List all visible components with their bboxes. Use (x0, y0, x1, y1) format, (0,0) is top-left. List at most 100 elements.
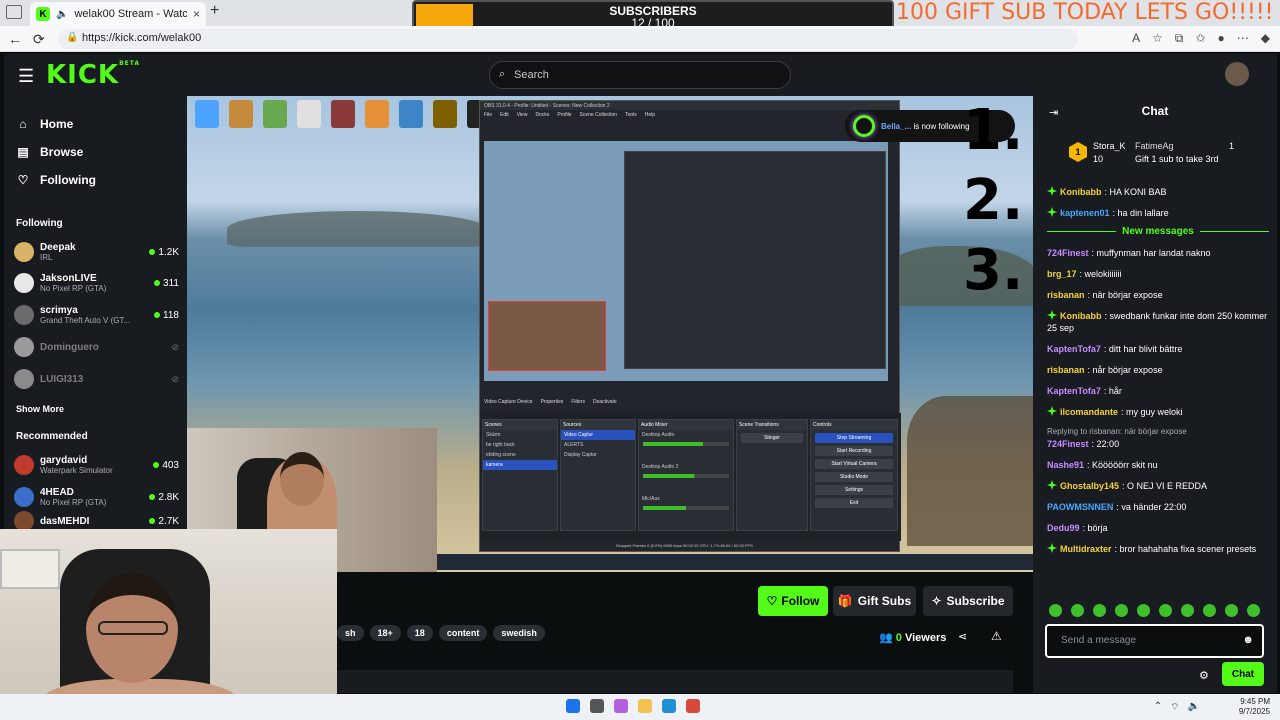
url-field[interactable]: 🔒 https://kick.com/welak00 (58, 29, 1078, 49)
chat-username[interactable]: PAOWMSNNEN (1047, 502, 1113, 512)
chat-username[interactable]: Dedu99 (1047, 523, 1080, 533)
speaker-icon[interactable]: 🔈 (56, 9, 68, 20)
emote-icon[interactable] (1115, 604, 1128, 617)
read-aloud-icon[interactable]: A (1132, 31, 1140, 46)
viewers-icon: 👥 (879, 632, 893, 644)
sidebar-channel[interactable]: garydavid Waterpark Simulator 403 (14, 449, 179, 481)
chat-username[interactable]: KaptenTofa7 (1047, 344, 1101, 354)
viewer-count-value: 118 (163, 309, 179, 321)
subscribe-button[interactable]: ✧ Subscribe (923, 586, 1013, 616)
chat-username[interactable]: Nashe91 (1047, 460, 1084, 470)
chat-username[interactable]: Ghostalby145 (1060, 481, 1119, 491)
profile-icon[interactable]: ● (1218, 31, 1225, 46)
emoji-icon[interactable]: ☻ (1242, 634, 1254, 646)
sidebar-channel[interactable]: Dominguero ⊘ (14, 331, 179, 363)
chat-message-input[interactable]: Send a message ☻ (1045, 624, 1264, 658)
obs-scene-item: kamera (483, 460, 557, 470)
kick-logo[interactable]: KICKBETA (46, 60, 140, 90)
channel-name: Deepak (40, 242, 76, 253)
stream-tag[interactable]: 18 (406, 625, 433, 641)
obs-transitions-dock: Scene Transitions Stinger (736, 419, 808, 531)
sidebar-item-home[interactable]: ⌂ Home (16, 110, 96, 138)
extensions-icon[interactable]: ⧉ (1175, 31, 1184, 46)
stream-tag[interactable]: swedish (493, 625, 545, 641)
emote-icon[interactable] (1225, 604, 1238, 617)
chat-username[interactable]: Multidraxter (1060, 544, 1112, 554)
emote-icon[interactable] (1203, 604, 1216, 617)
menu-icon[interactable]: ☰ (18, 66, 34, 87)
sub-badge-icon (1047, 406, 1057, 416)
emote-icon[interactable] (1093, 604, 1106, 617)
chat-username[interactable]: risbanan (1047, 290, 1085, 300)
chevron-up-icon[interactable]: ⌃ (1154, 701, 1162, 714)
emote-icon[interactable] (1181, 604, 1194, 617)
reload-icon[interactable]: ⟳ (33, 31, 45, 48)
obs-menubar: File Edit View Docks Profile Scene Colle… (480, 110, 899, 121)
sidebar-item-browse[interactable]: ▤ Browse (16, 138, 96, 166)
chat-send-button[interactable]: Chat (1222, 662, 1264, 686)
file-explorer-icon[interactable] (638, 699, 652, 713)
browser-tab[interactable]: K 🔈 welak00 Stream - Watch Live × (30, 2, 206, 26)
copilot-icon[interactable]: ◆ (1261, 31, 1270, 46)
chat-username[interactable]: Konibabb (1060, 187, 1102, 197)
divider-line (1047, 231, 1117, 232)
edge-icon[interactable] (662, 699, 676, 713)
viewer-count: 118 (154, 310, 179, 321)
chat-username[interactable]: ilcomandante (1060, 407, 1118, 417)
stream-tag[interactable]: 18+ (369, 625, 401, 641)
avatar[interactable] (1225, 62, 1249, 86)
obs-start-recording-button: Start Recording (815, 446, 893, 456)
sidebar-channel[interactable]: JaksonLIVE No Pixel RP (GTA) 311 (14, 267, 179, 299)
leader-gift-prompt: Gift 1 sub to take 3rd (1135, 154, 1219, 164)
emote-icon[interactable] (1159, 604, 1172, 617)
stream-tag[interactable]: sh (337, 625, 364, 641)
chat-text: börja (1087, 523, 1108, 533)
emote-icon[interactable] (1049, 604, 1062, 617)
chat-username[interactable]: Konibabb (1060, 311, 1102, 321)
emote-icon[interactable] (1071, 604, 1084, 617)
taskbar-clock[interactable]: 9:45 PM 9/7/2025 (1239, 697, 1270, 717)
chat-username[interactable]: kaptenen01 (1060, 208, 1110, 218)
back-icon[interactable]: ← (8, 31, 22, 47)
obs-source-item: Video Captur (561, 430, 635, 440)
stream-tag[interactable]: content (438, 625, 488, 641)
chat-username[interactable]: risbanan (1047, 365, 1085, 375)
chat-username[interactable]: 724Finest (1047, 439, 1089, 449)
tab-actions-icon[interactable] (6, 5, 22, 19)
obs-menu-item: View (516, 112, 528, 118)
emote-icon[interactable] (1137, 604, 1150, 617)
chat-username[interactable]: 724Finest (1047, 248, 1089, 258)
chat-username[interactable]: brg_17 (1047, 269, 1077, 279)
volume-icon[interactable]: 🔈 (1188, 701, 1200, 714)
chat-message: risbanan: när börjar expose (1047, 289, 1269, 301)
network-icon[interactable]: ⌔ (1170, 701, 1179, 714)
sidebar-channel[interactable]: LUIGI313 ⊘ (14, 363, 179, 395)
gear-icon[interactable]: ⚙ (1199, 669, 1209, 682)
favorite-icon[interactable]: ☆ (1152, 31, 1163, 46)
sidebar-item-following[interactable]: ♡ Following (16, 166, 96, 194)
share-icon[interactable]: ⋖ (958, 630, 967, 643)
search-input[interactable]: ⌕ Search (489, 61, 791, 89)
obs-icon[interactable] (686, 699, 700, 713)
viewer-count-value: 1.2K (158, 246, 179, 258)
sidebar-channel[interactable]: scrimya Grand Theft Auto V (GT... 118 (14, 299, 179, 331)
start-icon[interactable] (566, 699, 580, 713)
more-icon[interactable]: ⋯ (1237, 31, 1249, 46)
chat-message: brg_17: welokiiiiiii (1047, 268, 1269, 280)
chat-username[interactable]: KaptenTofa7 (1047, 386, 1101, 396)
copilot-icon[interactable] (614, 699, 628, 713)
tab-close-icon[interactable]: × (193, 7, 200, 21)
chat-message: 724Finest: 22:00 (1047, 438, 1269, 450)
new-tab-button[interactable]: + (210, 2, 219, 20)
game-icon (433, 100, 457, 128)
follow-button[interactable]: ♡ Follow (758, 586, 828, 616)
gift-subs-button[interactable]: 🎁 Gift Subs (833, 586, 916, 616)
show-more-link[interactable]: Show More (16, 404, 64, 414)
live-dot-icon (149, 493, 156, 500)
collections-icon[interactable]: ✩ (1195, 31, 1205, 46)
sidebar-channel[interactable]: Deepak IRL 1.2K (14, 236, 179, 268)
report-icon[interactable]: ⚠ (991, 629, 1002, 643)
search-icon[interactable] (590, 699, 604, 713)
emote-icon[interactable] (1247, 604, 1260, 617)
obs-mixer-channel: Desktop Audio (642, 432, 675, 438)
